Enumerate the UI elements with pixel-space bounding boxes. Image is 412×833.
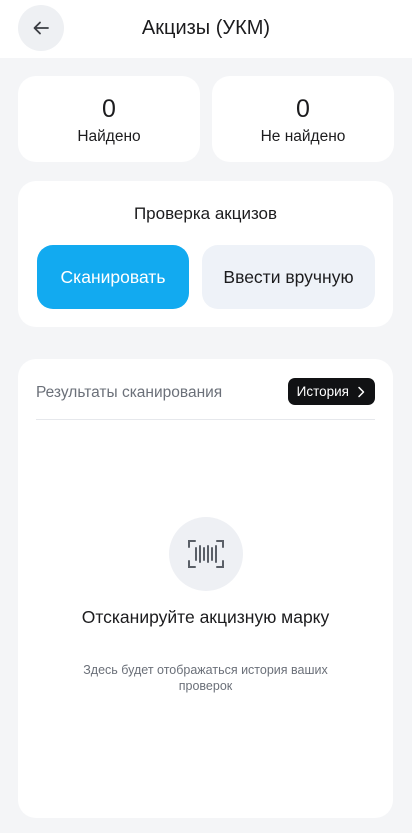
not-found-count: 0 [296, 95, 310, 123]
manual-entry-button[interactable]: Ввести вручную [202, 245, 375, 309]
excise-check-card: Проверка акцизов Сканировать Ввести вруч… [18, 181, 393, 327]
scan-results-card: Результаты сканирования История Отсканир… [18, 359, 393, 818]
chevron-right-icon [358, 386, 365, 397]
empty-state-title: Отсканируйте акцизную марку [81, 607, 330, 627]
excise-check-title: Проверка акцизов [133, 204, 278, 223]
scan-results-title: Результаты сканирования [36, 384, 223, 401]
barcode-scan-icon [188, 540, 224, 568]
history-button[interactable]: История [287, 378, 375, 405]
empty-state-icon-circle [169, 517, 243, 591]
header-bar: Акцизы (УКМ) [0, 0, 412, 58]
history-label: История [296, 384, 349, 399]
not-found-label: Не найдено [260, 128, 346, 145]
page-title: Акцизы (УКМ) [141, 17, 271, 39]
results-divider [36, 419, 375, 420]
empty-state-subtitle: Здесь будет отображаться история ваших п… [83, 663, 328, 693]
not-found-stat-card: 0 Не найдено [212, 76, 394, 162]
found-stat-card: 0 Найдено [18, 76, 200, 162]
found-count: 0 [102, 95, 116, 123]
scan-button[interactable]: Сканировать [37, 245, 189, 309]
found-label: Найдено [77, 128, 141, 145]
